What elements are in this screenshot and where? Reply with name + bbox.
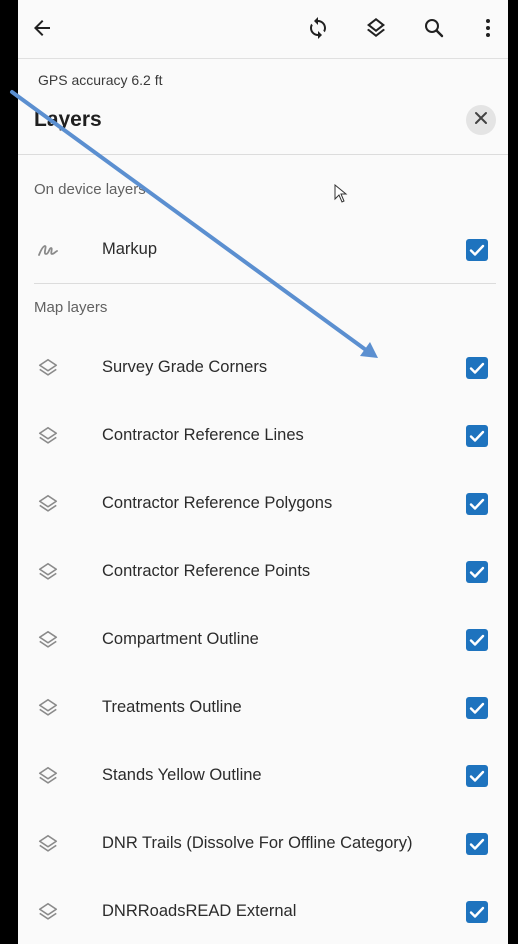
layer-label: Contractor Reference Lines	[102, 426, 304, 444]
layer-stack-icon	[36, 764, 60, 788]
section-on-device-label: On device layers	[34, 181, 146, 198]
more-vertical-icon[interactable]	[468, 8, 508, 48]
layer-checkbox[interactable]	[466, 697, 488, 719]
layer-row[interactable]: DNRRoadsREAD External	[18, 878, 508, 944]
app-bar-divider	[18, 58, 508, 59]
layer-label: Contractor Reference Polygons	[102, 494, 333, 512]
layer-checkbox[interactable]	[466, 561, 488, 583]
top-app-bar	[18, 0, 508, 56]
layer-checkbox[interactable]	[466, 901, 488, 923]
markup-squiggle-icon	[36, 238, 60, 262]
layer-stack-icon	[36, 628, 60, 652]
section-divider	[34, 283, 496, 284]
panel-title: Layers	[34, 108, 102, 131]
layer-checkbox[interactable]	[466, 493, 488, 515]
layer-label: DNRRoadsREAD External	[102, 902, 297, 920]
layer-checkbox[interactable]	[466, 239, 488, 261]
layer-checkbox[interactable]	[466, 765, 488, 787]
layer-label: Compartment Outline	[102, 630, 259, 648]
layer-stack-icon	[36, 832, 60, 856]
layer-row[interactable]: Contractor Reference Lines	[18, 402, 508, 470]
layer-stack-icon	[36, 900, 60, 924]
layer-label: Contractor Reference Points	[102, 562, 311, 580]
layer-row-markup[interactable]: Markup	[18, 216, 508, 284]
layer-stack-icon	[36, 492, 60, 516]
layer-row[interactable]: DNR Trails (Dissolve For Offline Categor…	[18, 810, 508, 878]
layer-label: Survey Grade Corners	[102, 358, 268, 376]
search-icon[interactable]	[414, 8, 454, 48]
layer-checkbox[interactable]	[466, 425, 488, 447]
layer-row[interactable]: Stands Yellow Outline	[18, 742, 508, 810]
layer-stack-icon	[36, 356, 60, 380]
layer-label: Stands Yellow Outline	[102, 766, 262, 784]
layer-checkbox[interactable]	[466, 833, 488, 855]
title-divider	[18, 154, 508, 155]
layer-stack-icon	[36, 696, 60, 720]
layer-stack-icon	[36, 424, 60, 448]
layer-row[interactable]: Treatments Outline	[18, 674, 508, 742]
layer-label: DNR Trails (Dissolve For Offline Categor…	[102, 834, 413, 852]
gps-accuracy-text: GPS accuracy 6.2 ft	[38, 72, 163, 88]
layer-label: Markup	[102, 240, 158, 258]
layer-row[interactable]: Compartment Outline	[18, 606, 508, 674]
arrow-back-icon[interactable]	[22, 8, 62, 48]
mouse-pointer-icon	[334, 184, 348, 203]
sync-icon[interactable]	[298, 8, 338, 48]
section-map-layers-label: Map layers	[34, 299, 108, 316]
layer-row[interactable]: Survey Grade Corners	[18, 334, 508, 402]
layers-icon[interactable]	[356, 8, 396, 48]
layer-row[interactable]: Contractor Reference Polygons	[18, 470, 508, 538]
close-button[interactable]	[466, 105, 496, 135]
layer-checkbox[interactable]	[466, 629, 488, 651]
layer-checkbox[interactable]	[466, 357, 488, 379]
layer-row[interactable]: Contractor Reference Points	[18, 538, 508, 606]
layer-stack-icon	[36, 560, 60, 584]
layer-label: Treatments Outline	[102, 698, 242, 716]
close-icon	[474, 111, 488, 130]
app-screen: GPS accuracy 6.2 ft Layers On device lay…	[18, 0, 508, 944]
